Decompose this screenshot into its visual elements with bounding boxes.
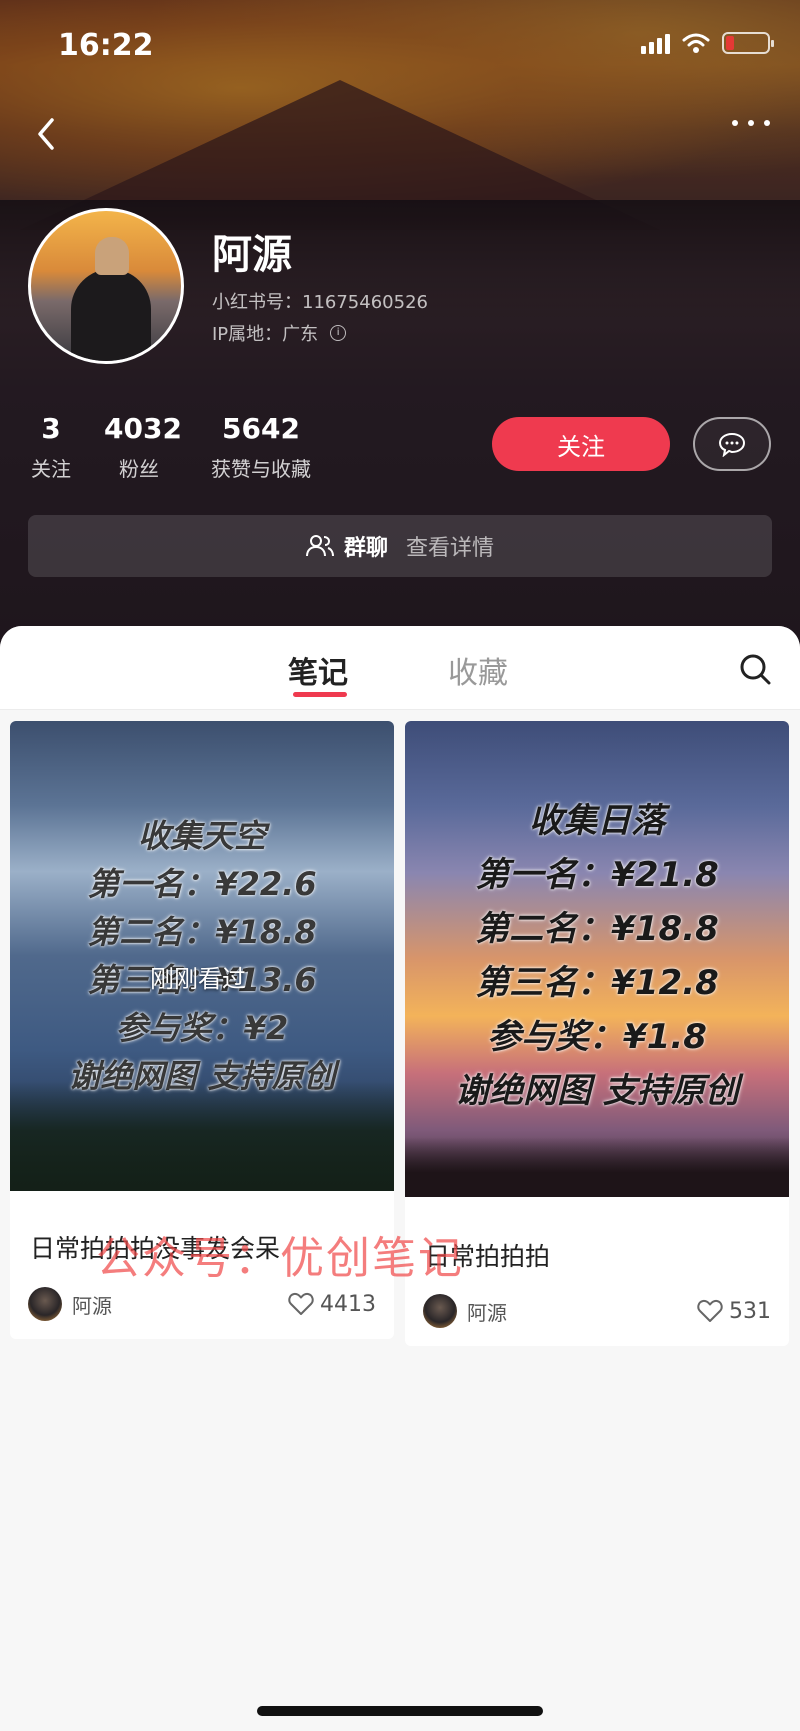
status-time: 16:22 bbox=[58, 28, 154, 63]
group-chat-detail: 查看详情 bbox=[406, 536, 495, 561]
stat-following[interactable]: 3 关注 bbox=[28, 412, 74, 482]
status-icons bbox=[641, 32, 774, 54]
city-skyline-silhouette bbox=[405, 1137, 789, 1197]
active-tab-indicator bbox=[293, 692, 347, 697]
profile-header: 16:22 阿源 小红书号：11675460526 IP属地：广东 i 3 关注… bbox=[0, 0, 800, 650]
palm-trees-silhouette bbox=[10, 1081, 394, 1191]
more-icon[interactable] bbox=[732, 120, 770, 126]
tab-bar: 笔记 收藏 bbox=[0, 626, 800, 710]
tab-favorites[interactable]: 收藏 bbox=[448, 648, 508, 692]
signal-icon bbox=[641, 32, 670, 54]
notes-panel: 笔记 收藏 收集天空 第一名：¥22.6 第二名：¥18.8 第三名：¥13.6… bbox=[0, 626, 800, 1731]
red-id: 小红书号：11675460526 bbox=[212, 292, 428, 313]
avatar[interactable] bbox=[28, 208, 184, 364]
group-chat-bar[interactable]: 群聊 查看详情 bbox=[28, 515, 772, 577]
author-avatar[interactable] bbox=[28, 1287, 62, 1321]
heart-icon bbox=[288, 1292, 314, 1315]
author-avatar[interactable] bbox=[423, 1294, 457, 1328]
tab-notes[interactable]: 笔记 bbox=[288, 648, 348, 692]
ip-location: IP属地：广东 i bbox=[212, 320, 347, 346]
wifi-icon bbox=[682, 33, 710, 53]
follow-button[interactable]: 关注 bbox=[492, 417, 670, 471]
note-cover-image[interactable]: 收集天空 第一名：¥22.6 第二名：¥18.8 第三名：¥13.6 参与奖：¥… bbox=[10, 721, 394, 1191]
heart-icon bbox=[697, 1299, 723, 1322]
info-icon[interactable]: i bbox=[330, 325, 347, 341]
search-icon[interactable] bbox=[738, 652, 772, 686]
stat-followers[interactable]: 4032 粉丝 bbox=[104, 412, 182, 482]
home-indicator[interactable] bbox=[257, 1706, 543, 1716]
back-icon[interactable] bbox=[30, 112, 66, 156]
group-icon bbox=[305, 535, 334, 557]
profile-name: 阿源 bbox=[212, 232, 292, 278]
like-count: 4413 bbox=[320, 1291, 376, 1317]
message-button[interactable] bbox=[693, 417, 771, 471]
author-name[interactable]: 阿源 bbox=[72, 1290, 288, 1319]
battery-icon bbox=[722, 32, 774, 54]
group-chat-label: 群聊 bbox=[343, 536, 388, 561]
like-button[interactable]: 4413 bbox=[288, 1292, 376, 1317]
watermark: 公众号：优创笔记 bbox=[96, 1233, 464, 1284]
like-button[interactable]: 531 bbox=[697, 1299, 771, 1324]
stat-likes-collects[interactable]: 5642 获赞与收藏 bbox=[206, 412, 316, 482]
like-count: 531 bbox=[729, 1298, 771, 1324]
author-name[interactable]: 阿源 bbox=[467, 1297, 697, 1326]
recently-viewed-label: 刚刚看过 bbox=[150, 965, 246, 993]
note-cover-image[interactable]: 收集日落 第一名：¥21.8 第二名：¥18.8 第三名：¥12.8 参与奖：¥… bbox=[405, 721, 789, 1197]
message-icon bbox=[718, 432, 746, 457]
